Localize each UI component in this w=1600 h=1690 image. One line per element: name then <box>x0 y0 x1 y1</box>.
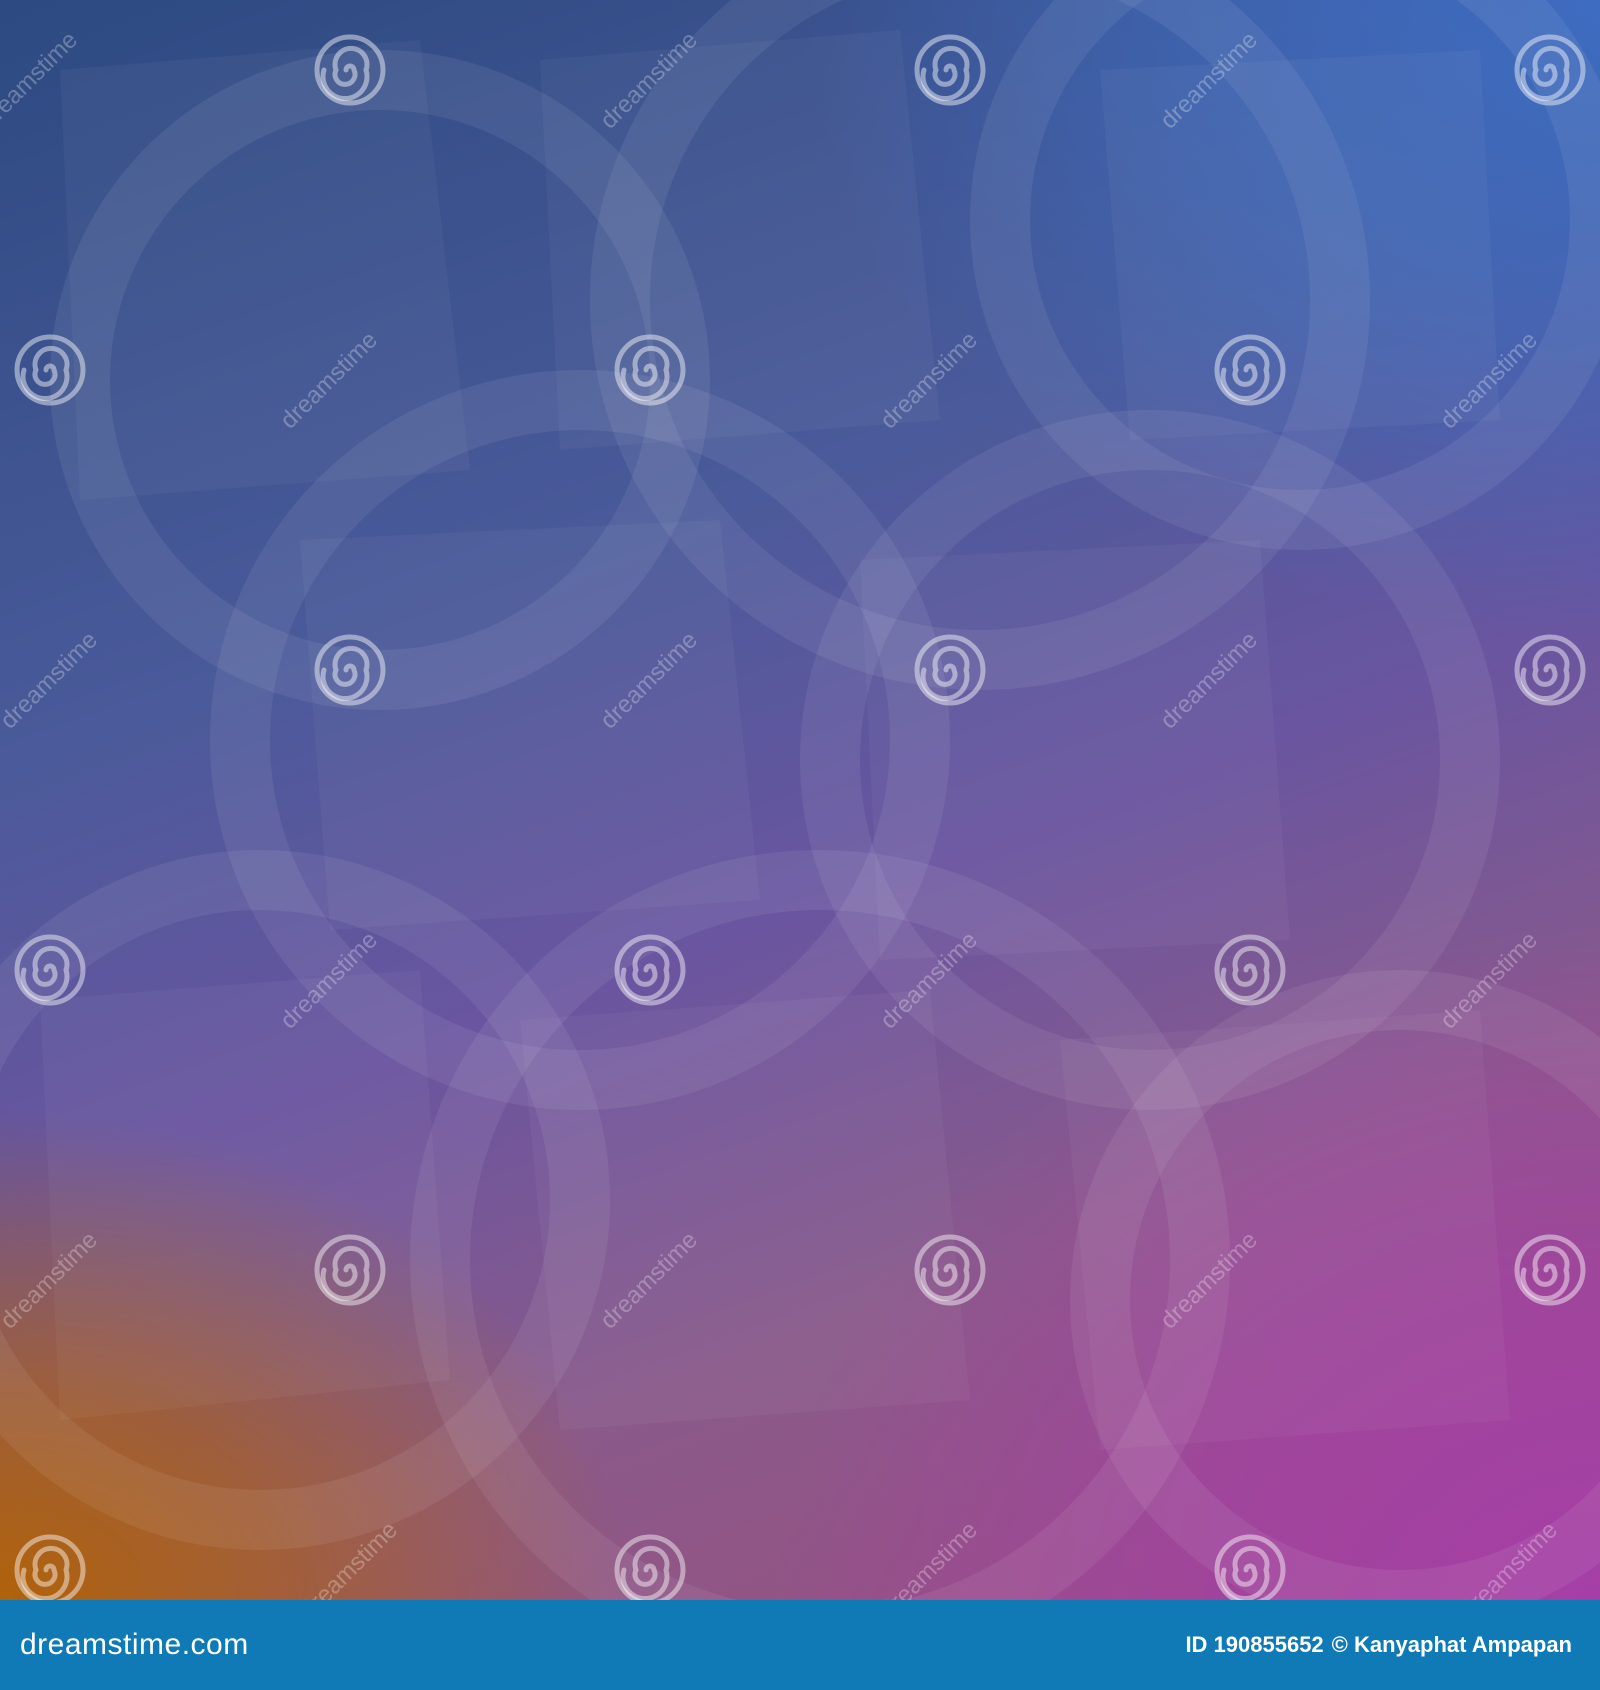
watermark-layer: dreamstime dreamstime dreamstime dreamstime… <box>0 26 1586 1600</box>
brand-name: dreamstime.com <box>20 1628 249 1661</box>
watermark-text: dreamstime <box>1435 326 1543 434</box>
watermark-text: dreamstime <box>1155 1226 1263 1334</box>
abstract-gradient-background: dreamstime dreamstime dreamstime dreamstime… <box>0 0 1600 1600</box>
watermark-text: dreamstime <box>0 626 103 734</box>
watermark-text: dreamstime <box>1155 626 1263 734</box>
spiral-icon <box>14 934 86 1006</box>
spiral-icon <box>1514 634 1586 706</box>
spiral-icon <box>314 1234 386 1306</box>
image-id: ID 190855652 <box>1185 1632 1324 1657</box>
spiral-icon <box>1514 1234 1586 1306</box>
spiral-icon <box>614 1534 686 1600</box>
spiral-icon <box>1214 934 1286 1006</box>
watermark-text: dreamstime <box>875 1516 983 1600</box>
watermark-text: dreamstime <box>875 326 983 434</box>
image-credit: ID 190855652 © Kanyaphat Ampapan <box>1185 1632 1572 1658</box>
spiral-icon <box>914 634 986 706</box>
stock-image-page: dreamstime dreamstime dreamstime dreamstime… <box>0 0 1600 1690</box>
watermark-text: dreamstime <box>295 1516 403 1600</box>
author-credit: © Kanyaphat Ampapan <box>1331 1632 1572 1657</box>
spiral-icon <box>1214 334 1286 406</box>
watermark-text: dreamstime <box>595 26 703 134</box>
spiral-icon <box>1514 34 1586 106</box>
spiral-icon <box>14 1534 86 1600</box>
watermark-text: dreamstime <box>0 1226 103 1334</box>
watermark-text: dreamstime <box>1155 26 1263 134</box>
spiral-icon <box>614 934 686 1006</box>
spiral-icon <box>314 34 386 106</box>
footer-bar: dreamstime.com ID 190855652 © Kanyaphat … <box>0 1600 1600 1690</box>
spiral-icon <box>914 34 986 106</box>
watermark-text: dreamstime <box>1455 1516 1563 1600</box>
watermark-text: dreamstime <box>875 926 983 1034</box>
spiral-icon <box>1214 1534 1286 1600</box>
spiral-icon <box>14 334 86 406</box>
spiral-icon <box>614 334 686 406</box>
watermark-text: dreamstime <box>275 926 383 1034</box>
watermark-text: dreamstime <box>275 326 383 434</box>
spiral-icon <box>914 1234 986 1306</box>
watermark-text: dreamstime <box>595 1226 703 1334</box>
watermark-text: dreamstime <box>595 626 703 734</box>
spiral-icon <box>314 634 386 706</box>
watermark-text: dreamstime <box>1435 926 1543 1034</box>
watermark-text: dreamstime <box>0 26 83 134</box>
